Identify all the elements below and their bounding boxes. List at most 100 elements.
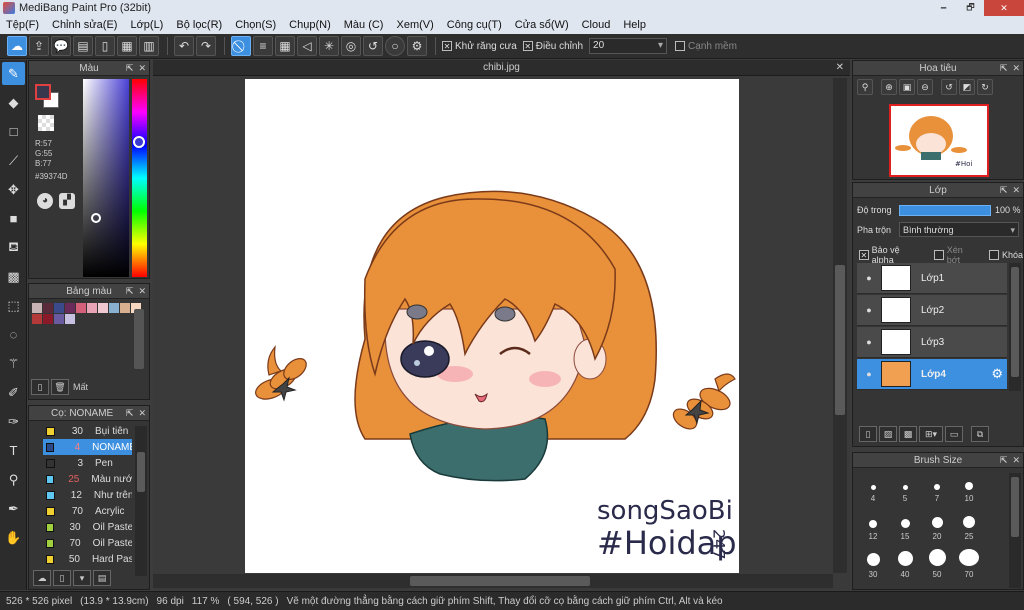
undock-icon[interactable]: ⇱: [1000, 63, 1008, 73]
palette-swatch[interactable]: [43, 314, 53, 324]
brush-size-option[interactable]: 15: [889, 511, 921, 541]
close-button[interactable]: ✕: [984, 0, 1024, 16]
reset-view-icon[interactable]: ◩: [959, 79, 975, 95]
palette-swatch[interactable]: [109, 303, 119, 313]
layer-row[interactable]: ● Lớp2: [857, 295, 1007, 326]
transparent-color-swatch[interactable]: [38, 115, 54, 131]
palette-swatch[interactable]: [32, 314, 42, 324]
lock-checkbox[interactable]: [989, 250, 999, 260]
antialias-checkbox[interactable]: ✕: [442, 41, 452, 51]
layer-row-selected[interactable]: ● Lớp4 ⚙: [857, 359, 1007, 390]
color-wheel-icon[interactable]: ◕: [37, 193, 53, 209]
rect-fill-tool-icon[interactable]: ■: [2, 207, 25, 230]
menu-tools[interactable]: Công cụ(T): [447, 19, 502, 31]
new-halftone-layer-icon[interactable]: ▨: [879, 426, 897, 442]
comment-icon[interactable]: 💬: [51, 36, 71, 56]
brush-size-option[interactable]: 70: [953, 549, 985, 579]
fit-window-icon[interactable]: ▣: [899, 79, 915, 95]
text-tool-icon[interactable]: T: [2, 439, 25, 462]
duplicate-layer-icon[interactable]: ⧉: [971, 426, 989, 442]
layout-icon[interactable]: ▥: [139, 36, 159, 56]
chat-icon[interactable]: ▤: [73, 36, 93, 56]
horizontal-scrollbar[interactable]: [153, 574, 833, 588]
undock-icon[interactable]: ⇱: [1000, 455, 1008, 465]
rotate-right-icon[interactable]: ↻: [977, 79, 993, 95]
menu-edit[interactable]: Chỉnh sửa(E): [52, 19, 117, 31]
minimize-button[interactable]: 🗕: [930, 0, 957, 16]
add-palette-icon[interactable]: ▯: [31, 379, 49, 395]
delete-palette-icon[interactable]: 🗑: [51, 379, 69, 395]
sv-cursor[interactable]: [91, 213, 101, 223]
protect-alpha-checkbox[interactable]: ✕: [859, 250, 869, 260]
visibility-icon[interactable]: ●: [857, 273, 881, 283]
panel-close-icon[interactable]: ✕: [138, 286, 146, 296]
brush-list-item[interactable]: 25 Màu nước: [43, 471, 132, 487]
brush-list-item[interactable]: 4 NONAME: [43, 439, 132, 455]
shape-tool-icon[interactable]: □: [2, 120, 25, 143]
palette-swatch[interactable]: [65, 314, 75, 324]
parallel-snap-icon[interactable]: ≡: [253, 36, 273, 56]
move-tool-icon[interactable]: ✥: [2, 178, 25, 201]
menu-file[interactable]: Tệp(F): [6, 19, 39, 31]
menu-cloud[interactable]: Cloud: [582, 19, 611, 31]
brush-list-item[interactable]: 30 Oil Pastel: [43, 519, 132, 535]
brush-size-option[interactable]: 40: [889, 549, 921, 579]
correction-select[interactable]: 20: [589, 38, 668, 54]
circle-snap-icon[interactable]: ○: [385, 36, 405, 56]
brush-tool-icon[interactable]: ✎: [2, 62, 25, 85]
panel-close-icon[interactable]: ✕: [138, 63, 146, 73]
palette-swatch[interactable]: [98, 303, 108, 313]
zoom-out-icon[interactable]: ⊖: [917, 79, 933, 95]
layer-row[interactable]: ● Lớp1: [857, 263, 1007, 294]
hue-slider[interactable]: [132, 79, 147, 277]
menu-select[interactable]: Chọn(S): [235, 19, 276, 31]
maximize-button[interactable]: 🗗: [957, 0, 984, 16]
menu-color[interactable]: Màu (C): [344, 19, 384, 31]
menu-help[interactable]: Help: [623, 19, 646, 31]
brush-list-item[interactable]: 3 Pen: [43, 455, 132, 471]
document-close-icon[interactable]: ✕: [836, 60, 844, 76]
canvas-paper[interactable]: songSaoBi #Hoidap 247: [245, 79, 739, 573]
document-tab[interactable]: chibi.jpg ✕: [153, 60, 850, 76]
cloud-icon[interactable]: ☁: [7, 36, 27, 56]
snap-settings-icon[interactable]: ⚙: [407, 36, 427, 56]
brush-list-item[interactable]: 50 Hard Past: [43, 551, 132, 567]
select-pen-icon[interactable]: ✐: [2, 381, 25, 404]
menu-window[interactable]: Cửa sổ(W): [515, 19, 569, 31]
brush-list-item[interactable]: 30 Bụi tiên: [43, 423, 132, 439]
concentric-snap-icon[interactable]: ◎: [341, 36, 361, 56]
opacity-slider[interactable]: [899, 205, 991, 216]
brush-list-item[interactable]: 70 Acrylic: [43, 503, 132, 519]
radial-snap-icon[interactable]: ✳: [319, 36, 339, 56]
brush-size-option[interactable]: 7: [921, 473, 953, 503]
hue-cursor[interactable]: [133, 136, 145, 148]
new-8bit-layer-icon[interactable]: ▩: [899, 426, 917, 442]
palette-swatch[interactable]: [120, 303, 130, 313]
layer-scrollbar[interactable]: [1009, 263, 1021, 391]
brush-size-option[interactable]: 25: [953, 511, 985, 541]
brush-menu-icon[interactable]: ▾: [73, 570, 91, 586]
brush-settings-icon[interactable]: ▤: [93, 570, 111, 586]
panel-close-icon[interactable]: ✕: [138, 408, 146, 418]
undock-icon[interactable]: ⇱: [1000, 185, 1008, 195]
clip-checkbox[interactable]: [934, 250, 944, 260]
menu-layer[interactable]: Lớp(L): [130, 19, 163, 31]
brush-size-option[interactable]: 5: [889, 473, 921, 503]
rotate-left-icon[interactable]: ↺: [941, 79, 957, 95]
line-tool-icon[interactable]: ⟋: [2, 149, 25, 172]
menu-filter[interactable]: Bộ lọc(R): [176, 19, 222, 31]
page-icon[interactable]: ▯: [95, 36, 115, 56]
crisp-checkbox[interactable]: [675, 41, 686, 51]
brush-size-option[interactable]: 30: [857, 549, 889, 579]
eraser-tool-icon[interactable]: ◆: [2, 91, 25, 114]
menu-snap[interactable]: Chụp(N): [289, 19, 331, 31]
navigator-preview[interactable]: #Hoi: [889, 104, 989, 177]
palette-scrollbar[interactable]: [134, 309, 144, 369]
operation-tool-icon[interactable]: ✋: [2, 526, 25, 549]
grid-panel-icon[interactable]: ▦: [117, 36, 137, 56]
brush-size-option[interactable]: 4: [857, 473, 889, 503]
new-brush-icon[interactable]: ▯: [53, 570, 71, 586]
brush-size-scrollbar[interactable]: [1009, 473, 1021, 588]
add-layer-menu-icon[interactable]: ⊞▾: [919, 426, 943, 442]
brush-size-option[interactable]: 20: [921, 511, 953, 541]
